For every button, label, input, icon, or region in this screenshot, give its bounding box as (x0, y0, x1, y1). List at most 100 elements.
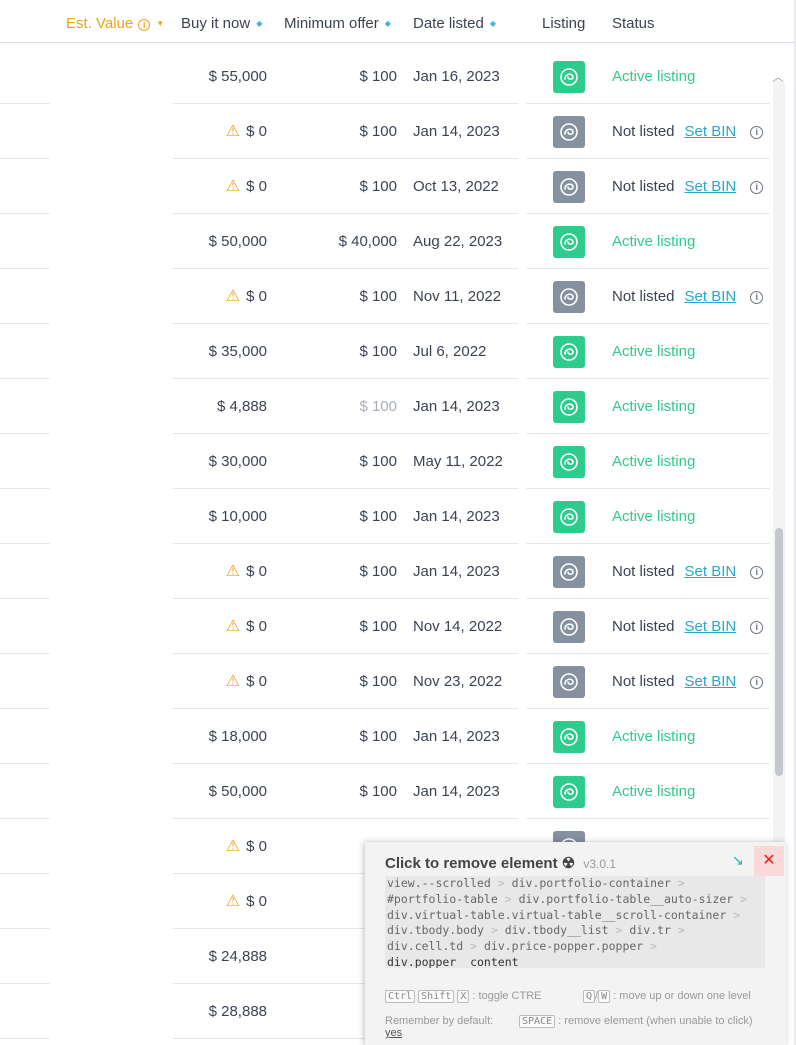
info-icon[interactable]: i (750, 181, 764, 194)
panel-title-text: Click to remove element (385, 855, 558, 872)
date-listed-cell: Nov 14, 2022 (413, 618, 503, 635)
path-segment[interactable]: div.tbody__list (505, 923, 609, 937)
minimum-offer-cell[interactable]: $ 100 (290, 599, 397, 654)
buy-it-now-cell[interactable]: $ 50,000 (150, 764, 267, 819)
listing-logo-icon[interactable] (553, 391, 585, 423)
minimum-offer-cell[interactable]: $ 100 (290, 654, 397, 709)
minimum-offer-cell[interactable]: $ 100 (290, 764, 397, 819)
buy-it-now-cell[interactable]: ⚠ $ 0 (150, 544, 267, 599)
path-segment[interactable]: #portfolio-table (387, 892, 498, 906)
info-icon[interactable]: i (750, 676, 764, 689)
path-segment[interactable]: div.virtual-table.virtual-table__scroll-… (387, 908, 726, 922)
buy-it-now-cell[interactable]: ⚠ $ 0 (150, 654, 267, 709)
minimum-offer-cell[interactable]: $ 100 (290, 269, 397, 324)
buy-it-now-cell[interactable]: $ 28,888 (150, 984, 267, 1039)
path-segment[interactable]: div.cell.td (387, 939, 463, 953)
remember-toggle[interactable]: yes (385, 1027, 402, 1039)
buy-it-now-cell[interactable]: ⚠ $ 0 (150, 599, 267, 654)
scrollbar-thumb[interactable] (775, 528, 783, 776)
listing-logo-icon[interactable] (553, 116, 585, 148)
set-bin-link[interactable]: Set BIN (685, 673, 737, 690)
table-row: ⚠ $ 0 $ 100 Jan 14, 2023 Not listed Set BIN i (0, 544, 770, 599)
column-header-date-listed[interactable]: Date listed ◆ (413, 0, 496, 43)
sort-icon[interactable]: ◆ (256, 0, 262, 48)
info-icon[interactable]: i (750, 566, 764, 579)
path-segment[interactable]: div.tbody.body (387, 923, 484, 937)
buy-it-now-cell[interactable]: ⚠ $ 0 (150, 104, 267, 159)
listing-logo-icon[interactable] (553, 171, 585, 203)
date-listed-cell: Jan 14, 2023 (413, 728, 500, 745)
set-bin-link[interactable]: Set BIN (685, 618, 737, 635)
buy-it-now-cell[interactable]: $ 55,000 (150, 49, 267, 104)
buy-it-now-cell[interactable]: $ 10,000 (150, 489, 267, 544)
column-header-minimum-offer[interactable]: Minimum offer ◆ (284, 0, 391, 43)
date-listed-label: Date listed (413, 15, 484, 32)
info-icon[interactable]: i (750, 291, 764, 304)
buy-it-now-value: $ 0 (246, 673, 267, 690)
listing-logo-icon[interactable] (553, 556, 585, 588)
buy-it-now-cell[interactable]: $ 30,000 (150, 434, 267, 489)
element-path: view.--scrolled > div.portfolio-containe… (385, 876, 765, 968)
path-segment[interactable]: div.price-popper.popper (484, 939, 643, 953)
column-header-buy-it-now[interactable]: Buy it now ◆ (181, 0, 262, 43)
set-bin-link[interactable]: Set BIN (685, 178, 737, 195)
radiation-icon: ☢ (561, 855, 576, 872)
minimum-offer-cell[interactable]: $ 100 (290, 709, 397, 764)
path-segment[interactable]: div.portfolio-table__auto-sizer (519, 892, 734, 906)
listing-logo-icon[interactable] (553, 61, 585, 93)
buy-it-now-value: $ 0 (246, 123, 267, 140)
path-separator: > (615, 923, 623, 938)
buy-it-now-cell[interactable]: $ 35,000 (150, 324, 267, 379)
listing-label: Listing (542, 15, 586, 32)
buy-it-now-value: $ 0 (246, 178, 267, 195)
listing-logo-icon[interactable] (553, 721, 585, 753)
buy-it-now-cell[interactable]: ⚠ $ 0 (150, 874, 267, 929)
path-segment[interactable]: div.tr (629, 923, 671, 937)
listing-logo-icon[interactable] (553, 226, 585, 258)
info-icon[interactable]: i (750, 621, 764, 634)
set-bin-link[interactable]: Set BIN (685, 288, 737, 305)
status-cell: Active listing (612, 489, 695, 544)
buy-it-now-cell[interactable]: $ 4,888 (150, 379, 267, 434)
column-header-est-value[interactable]: Est. Value i ▼ (66, 0, 164, 43)
minimum-offer-cell[interactable]: $ 100 (290, 159, 397, 214)
buy-it-now-cell[interactable]: $ 50,000 (150, 214, 267, 269)
listing-logo-icon[interactable] (553, 281, 585, 313)
close-button[interactable]: ✕ (754, 846, 784, 876)
minimum-offer-cell[interactable]: $ 100 (290, 49, 397, 104)
buy-it-now-cell[interactable]: ⚠ $ 0 (150, 159, 267, 214)
minimum-offer-cell[interactable]: $ 100 (290, 379, 397, 434)
minimum-offer-cell[interactable]: $ 100 (290, 544, 397, 599)
sort-icon[interactable]: ▼ (156, 0, 164, 48)
sort-icon[interactable]: ◆ (385, 0, 391, 48)
listing-logo-icon[interactable] (553, 611, 585, 643)
minimum-offer-cell[interactable]: $ 100 (290, 324, 397, 379)
status-cell: Not listed Set BIN i (612, 654, 764, 709)
path-segment[interactable]: div.portfolio-container (512, 876, 671, 890)
path-segment[interactable]: view.--scrolled (387, 876, 491, 890)
minimize-arrow-icon[interactable]: ↘ (732, 852, 744, 869)
buy-it-now-value: $ 0 (246, 563, 267, 580)
status-text: Active listing (612, 233, 696, 250)
sort-icon[interactable]: ◆ (490, 0, 496, 48)
buy-it-now-cell[interactable]: ⚠ $ 0 (150, 819, 267, 874)
minimum-offer-cell[interactable]: $ 40,000 (290, 214, 397, 269)
buy-it-now-cell[interactable]: ⚠ $ 0 (150, 269, 267, 324)
minimum-offer-cell[interactable]: $ 100 (290, 104, 397, 159)
path-segment-selected[interactable]: div.popper__content (387, 954, 519, 968)
warning-icon: ⚠ (225, 673, 241, 690)
listing-logo-icon[interactable] (553, 776, 585, 808)
minimum-offer-cell[interactable]: $ 100 (290, 434, 397, 489)
info-icon[interactable]: i (138, 19, 151, 31)
set-bin-link[interactable]: Set BIN (685, 123, 737, 140)
info-icon[interactable]: i (750, 126, 764, 139)
listing-logo-icon[interactable] (553, 446, 585, 478)
listing-logo-icon[interactable] (553, 501, 585, 533)
listing-logo-icon[interactable] (553, 336, 585, 368)
buy-it-now-cell[interactable]: $ 24,888 (150, 929, 267, 984)
listing-logo-icon[interactable] (553, 666, 585, 698)
set-bin-link[interactable]: Set BIN (685, 563, 737, 580)
buy-it-now-cell[interactable]: $ 18,000 (150, 709, 267, 764)
minimum-offer-cell[interactable]: $ 100 (290, 489, 397, 544)
table-row: $ 18,000 $ 100 Jan 14, 2023 Active listing (0, 709, 770, 764)
